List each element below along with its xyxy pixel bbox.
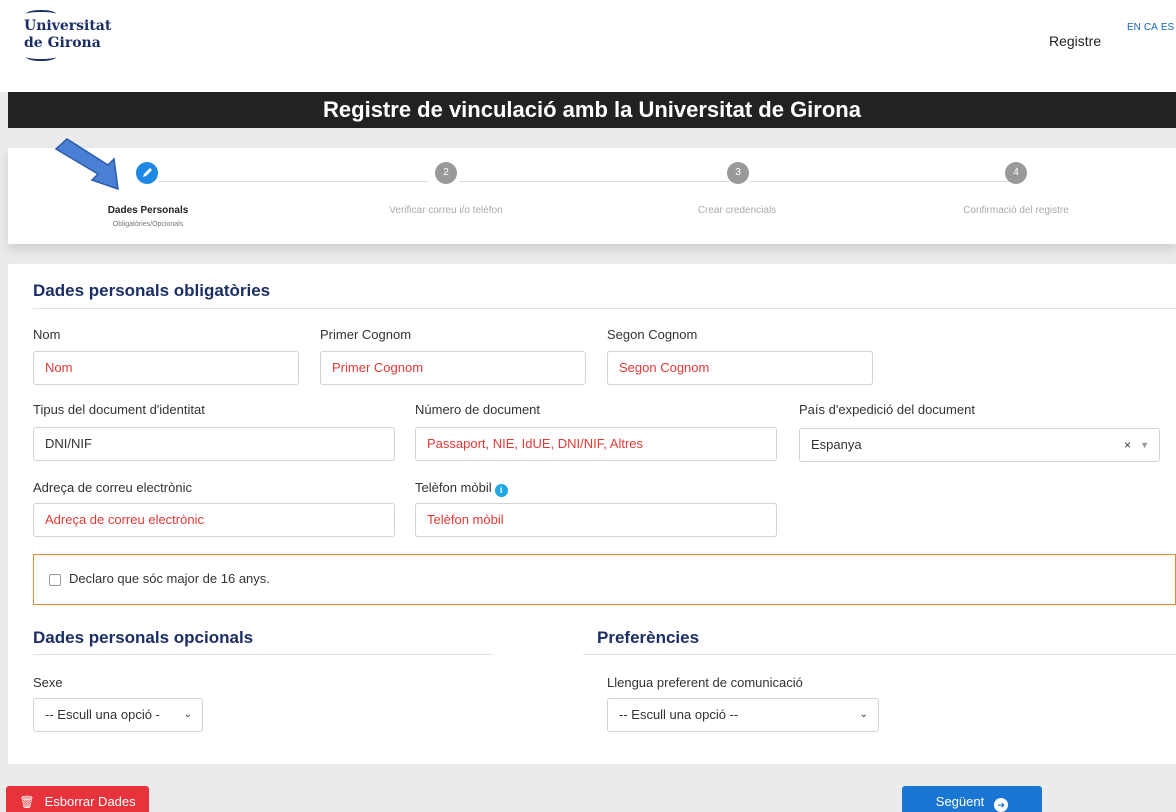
clear-icon[interactable]: ×	[1124, 429, 1131, 461]
arrow-pointer-icon	[54, 138, 119, 191]
step-label: Crear credencials	[697, 205, 777, 216]
next-label: Següent	[935, 794, 985, 809]
email-input[interactable]: Adreça de correu electrònic	[33, 503, 395, 537]
delete-data-button[interactable]: 🗑 Esborrar Dades	[6, 786, 149, 812]
step-connector	[158, 181, 428, 182]
step-label: Confirmació del registre	[963, 205, 1069, 216]
sexe-select[interactable]: -- Escull una opció - ⌄	[33, 698, 203, 732]
phone-label-text: Telèfon mòbil	[415, 480, 492, 495]
delete-data-label: Esborrar Dades	[44, 794, 136, 809]
logo-arc-bottom	[26, 53, 56, 61]
sexe-label: Sexe	[33, 675, 63, 690]
cognom2-input[interactable]: Segon Cognom	[607, 351, 873, 385]
lang-es[interactable]: ES	[1161, 22, 1174, 33]
age-checkbox[interactable]	[49, 574, 61, 586]
info-icon[interactable]: i	[494, 484, 508, 497]
language-switcher: EN CA ES	[1127, 22, 1176, 33]
trash-icon: 🗑	[19, 795, 35, 809]
phone-input[interactable]: Telèfon mòbil	[415, 503, 777, 537]
registration-stepper: Dades Personals Obligatòries/Opcionals 2…	[8, 148, 1176, 244]
logo-arc-top	[26, 10, 56, 18]
logo-line1: Universitat	[24, 18, 112, 34]
lang-pref-value: -- Escull una opció --	[619, 707, 739, 722]
cognom2-label: Segon Cognom	[607, 327, 698, 342]
caret-down-icon[interactable]: ▼	[1140, 429, 1149, 461]
doc-type-input[interactable]: DNI/NIF	[33, 427, 395, 461]
country-value: Espanya	[811, 437, 862, 452]
sexe-value: -- Escull una opció -	[45, 707, 160, 722]
email-label: Adreça de correu electrònic	[33, 480, 192, 495]
lang-pref-select[interactable]: -- Escull una opció -- ⌄	[607, 698, 879, 732]
lang-pref-label: Llengua preferent de comunicació	[607, 675, 803, 690]
page-title: Registre de vinculació amb la Universita…	[8, 92, 1176, 128]
cognom1-input[interactable]: Primer Cognom	[320, 351, 586, 385]
doc-type-label: Tipus del document d'identitat	[33, 402, 205, 417]
step-connector	[459, 181, 729, 182]
step-label: Verificar correu i/o telèfon	[389, 205, 503, 216]
doc-number-label: Número de document	[415, 402, 541, 417]
country-select[interactable]: Espanya × ▼	[799, 428, 1160, 462]
step-number: 3	[727, 162, 749, 184]
phone-label: Telèfon mòbil i	[415, 480, 508, 497]
doc-number-input[interactable]: Passaport, NIE, IdUE, DNI/NIF, Altres	[415, 427, 777, 461]
country-label: País d'expedició del document	[799, 402, 975, 417]
university-logo[interactable]: Universitat de Girona	[24, 10, 111, 61]
divider	[33, 654, 493, 655]
age-declaration-box: Declaro que sóc major de 16 anys.	[33, 554, 1176, 605]
step-number: 4	[1005, 162, 1027, 184]
chevron-down-icon: ⌄	[183, 709, 192, 720]
nom-label: Nom	[33, 327, 61, 342]
arrow-right-icon: ➜	[994, 798, 1009, 812]
preferences-heading: Preferències	[597, 628, 700, 647]
mandatory-heading: Dades personals obligatòries	[33, 281, 271, 300]
divider	[33, 308, 1176, 309]
top-bar: Universitat de Girona Registre EN CA ES	[0, 0, 1176, 92]
step-connector	[749, 181, 1009, 182]
lang-en[interactable]: EN	[1127, 22, 1141, 33]
age-declaration-text: Declaro que sóc major de 16 anys.	[69, 571, 270, 586]
lang-ca[interactable]: CA	[1144, 22, 1158, 33]
chevron-down-icon: ⌄	[859, 709, 868, 720]
optional-heading: Dades personals opcionals	[33, 628, 254, 647]
nom-input[interactable]: Nom	[33, 351, 299, 385]
registre-link[interactable]: Registre	[1049, 33, 1101, 49]
step-number: 2	[435, 162, 457, 184]
logo-line2: de Girona	[24, 35, 101, 51]
divider	[583, 654, 1176, 655]
cognom1-label: Primer Cognom	[320, 327, 412, 342]
step-label: Dades Personals	[107, 205, 189, 216]
pencil-icon	[136, 162, 158, 184]
step-sublabel: Obligatòries/Opcionals	[112, 221, 184, 228]
next-button[interactable]: Següent ➜	[902, 786, 1042, 812]
